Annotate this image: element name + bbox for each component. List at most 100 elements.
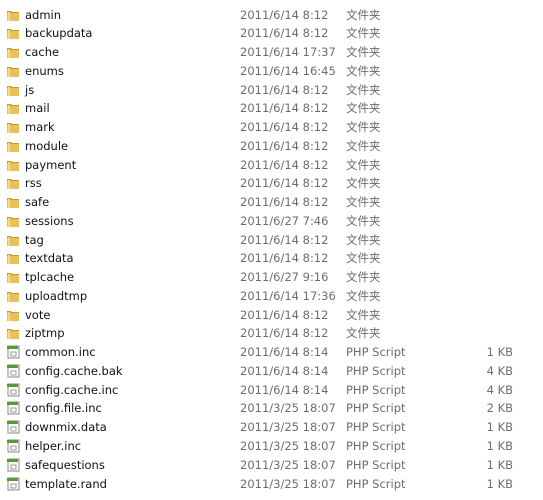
file-date: 2011/3/25 18:07 [240, 476, 336, 491]
file-type: PHP Script [346, 476, 406, 491]
folder-icon [6, 176, 20, 190]
file-row[interactable]: uploadtmp 2011/6/14 17:36 文件夹 [0, 287, 543, 305]
file-row[interactable]: ziptmp 2011/6/14 8:12 文件夹 [0, 324, 543, 342]
file-size: 2 KB [486, 401, 513, 416]
file-row[interactable]: config.cache.inc 2011/6/14 8:14 PHP Scri… [0, 381, 543, 399]
file-name: module [25, 138, 69, 153]
file-date: 2011/6/27 7:46 [240, 213, 329, 228]
file-type: 文件夹 [346, 7, 381, 22]
file-row[interactable]: mail 2011/6/14 8:12 文件夹 [0, 99, 543, 117]
file-name: payment [25, 157, 77, 172]
file-row[interactable]: config.cache.bak 2011/6/14 8:14 PHP Scri… [0, 362, 543, 380]
folder-icon [6, 101, 20, 115]
file-type: 文件夹 [346, 138, 381, 153]
file-row[interactable]: safe 2011/6/14 8:12 文件夹 [0, 193, 543, 211]
php-file-icon [6, 345, 20, 359]
file-type: 文件夹 [346, 213, 381, 228]
file-name: enums [25, 63, 64, 78]
file-row[interactable]: template.rand 2011/3/25 18:07 PHP Script… [0, 475, 543, 493]
file-type: 文件夹 [346, 120, 381, 135]
file-type: PHP Script [346, 401, 406, 416]
php-file-icon [6, 383, 20, 397]
file-size: 4 KB [486, 382, 513, 397]
file-row[interactable]: tplcache 2011/6/27 9:16 文件夹 [0, 268, 543, 286]
file-size: 1 KB [486, 457, 513, 472]
file-row[interactable]: backupdata 2011/6/14 8:12 文件夹 [0, 24, 543, 42]
file-row[interactable]: config.file.inc 2011/3/25 18:07 PHP Scri… [0, 399, 543, 417]
folder-icon [6, 251, 20, 265]
file-size: 4 KB [486, 363, 513, 378]
file-row[interactable]: sessions 2011/6/27 7:46 文件夹 [0, 212, 543, 230]
folder-icon [6, 139, 20, 153]
file-type: PHP Script [346, 363, 406, 378]
file-row[interactable]: safequestions 2011/3/25 18:07 PHP Script… [0, 456, 543, 474]
file-date: 2011/3/25 18:07 [240, 457, 336, 472]
file-name: sessions [25, 213, 74, 228]
file-name: textdata [25, 251, 74, 266]
php-file-icon [6, 439, 20, 453]
file-date: 2011/6/14 8:12 [240, 7, 329, 22]
file-row[interactable]: enums 2011/6/14 16:45 文件夹 [0, 62, 543, 80]
file-date: 2011/6/14 8:14 [240, 382, 329, 397]
file-date: 2011/6/14 17:36 [240, 288, 336, 303]
file-name: js [25, 82, 35, 97]
folder-icon [6, 233, 20, 247]
file-name: ziptmp [25, 326, 65, 341]
file-date: 2011/6/14 8:12 [240, 176, 329, 191]
file-row[interactable]: vote 2011/6/14 8:12 文件夹 [0, 306, 543, 324]
file-row[interactable]: textdata 2011/6/14 8:12 文件夹 [0, 249, 543, 267]
file-type: PHP Script [346, 438, 406, 453]
file-row[interactable]: downmix.data 2011/3/25 18:07 PHP Script … [0, 418, 543, 436]
file-date: 2011/6/14 17:37 [240, 45, 336, 60]
file-name: cache [25, 45, 60, 60]
file-type: 文件夹 [346, 45, 381, 60]
folder-icon [6, 120, 20, 134]
file-name: config.file.inc [25, 401, 102, 416]
file-name: helper.inc [25, 438, 82, 453]
folder-icon [6, 214, 20, 228]
php-file-icon [6, 458, 20, 472]
file-date: 2011/6/14 8:12 [240, 26, 329, 41]
file-size: 1 KB [486, 476, 513, 491]
file-name: config.cache.bak [25, 363, 123, 378]
file-row[interactable]: helper.inc 2011/3/25 18:07 PHP Script 1 … [0, 437, 543, 455]
folder-icon [6, 195, 20, 209]
folder-icon [6, 26, 20, 40]
file-name: backupdata [25, 26, 93, 41]
file-type: 文件夹 [346, 82, 381, 97]
php-file-icon [6, 477, 20, 491]
file-row[interactable]: module 2011/6/14 8:12 文件夹 [0, 137, 543, 155]
file-type: 文件夹 [346, 232, 381, 247]
file-name: safequestions [25, 457, 105, 472]
file-date: 2011/6/14 8:12 [240, 195, 329, 210]
file-date: 2011/6/14 8:12 [240, 326, 329, 341]
file-row[interactable]: mark 2011/6/14 8:12 文件夹 [0, 118, 543, 136]
file-type: 文件夹 [346, 176, 381, 191]
file-name: safe [25, 195, 50, 210]
file-type: 文件夹 [346, 157, 381, 172]
file-date: 2011/6/14 8:12 [240, 157, 329, 172]
file-name: template.rand [25, 476, 107, 491]
folder-icon [6, 326, 20, 340]
file-type: 文件夹 [346, 307, 381, 322]
file-date: 2011/6/14 8:12 [240, 138, 329, 153]
file-row[interactable]: tag 2011/6/14 8:12 文件夹 [0, 231, 543, 249]
file-name: tag [25, 232, 44, 247]
file-row[interactable]: payment 2011/6/14 8:12 文件夹 [0, 156, 543, 174]
file-row[interactable]: cache 2011/6/14 17:37 文件夹 [0, 43, 543, 61]
file-row[interactable]: js 2011/6/14 8:12 文件夹 [0, 81, 543, 99]
file-name: downmix.data [25, 420, 107, 435]
file-name: admin [25, 7, 62, 22]
folder-icon [6, 64, 20, 78]
file-name: tplcache [25, 270, 75, 285]
php-file-icon [6, 401, 20, 415]
file-type: 文件夹 [346, 251, 381, 266]
file-row[interactable]: rss 2011/6/14 8:12 文件夹 [0, 174, 543, 192]
file-type: 文件夹 [346, 63, 381, 78]
file-date: 2011/6/14 8:14 [240, 363, 329, 378]
file-size: 1 KB [486, 438, 513, 453]
file-date: 2011/6/27 9:16 [240, 270, 329, 285]
file-date: 2011/3/25 18:07 [240, 438, 336, 453]
file-row[interactable]: common.inc 2011/6/14 8:14 PHP Script 1 K… [0, 343, 543, 361]
file-row[interactable]: admin 2011/6/14 8:12 文件夹 [0, 6, 543, 24]
